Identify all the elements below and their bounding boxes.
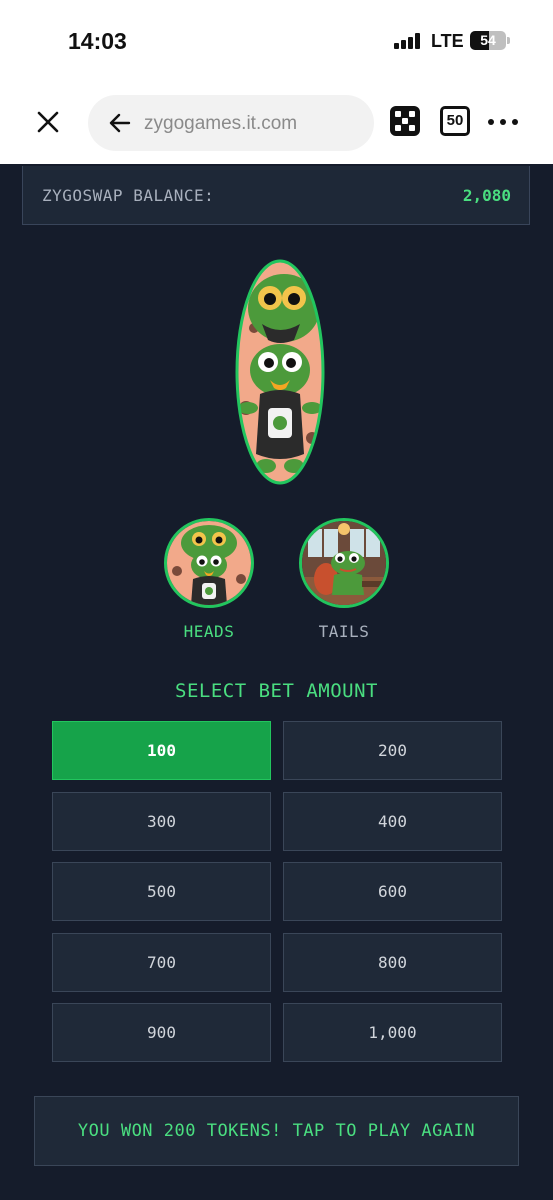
play-again-button[interactable]: YOU WON 200 TOKENS! TAP TO PLAY AGAIN	[34, 1096, 519, 1166]
battery-level: 54	[480, 32, 496, 48]
url-text[interactable]: zygogames.it.com	[144, 113, 297, 135]
balance-label: ZYGOSWAP BALANCE:	[42, 186, 215, 205]
close-icon[interactable]	[34, 108, 62, 136]
heads-button[interactable]	[164, 518, 254, 608]
back-arrow-icon[interactable]	[108, 111, 132, 135]
tails-frog-image	[302, 521, 386, 605]
status-bar: 14:03 LTE 54	[0, 0, 553, 84]
more-icon[interactable]	[486, 112, 520, 132]
balance-panel: ZYGOSWAP BALANCE: 2,080	[22, 166, 530, 225]
tails-button[interactable]	[299, 518, 389, 608]
select-bet-title: SELECT BET AMOUNT	[175, 680, 378, 702]
coin-flip-game: ZYGOSWAP BALANCE: 2,080 HEADS TAILS SELE…	[0, 164, 553, 1200]
tails-label[interactable]: TAILS	[284, 622, 404, 641]
network-type: LTE	[431, 31, 464, 51]
bet-button-700[interactable]: 700	[52, 933, 271, 992]
browser-toolbar: zygogames.it.com 50	[0, 84, 553, 164]
address-bar[interactable]: zygogames.it.com	[88, 95, 374, 151]
coin-image	[235, 259, 325, 485]
battery-cap	[507, 37, 510, 44]
bet-button-500[interactable]: 500	[52, 862, 271, 921]
heads-label[interactable]: HEADS	[149, 622, 269, 641]
tabs-button[interactable]: 50	[440, 106, 470, 136]
dice-icon[interactable]	[390, 106, 420, 136]
signal-icon	[394, 33, 424, 49]
heads-frog-image	[167, 521, 251, 605]
status-time: 14:03	[68, 28, 127, 54]
bet-button-1000[interactable]: 1,000	[283, 1003, 502, 1062]
bet-button-300[interactable]: 300	[52, 792, 271, 851]
bet-button-400[interactable]: 400	[283, 792, 502, 851]
battery-icon: 54	[470, 31, 506, 50]
bet-button-900[interactable]: 900	[52, 1003, 271, 1062]
bet-button-800[interactable]: 800	[283, 933, 502, 992]
bet-button-200[interactable]: 200	[283, 721, 502, 780]
bet-button-100[interactable]: 100	[52, 721, 271, 780]
balance-value: 2,080	[462, 186, 511, 205]
bet-button-600[interactable]: 600	[283, 862, 502, 921]
